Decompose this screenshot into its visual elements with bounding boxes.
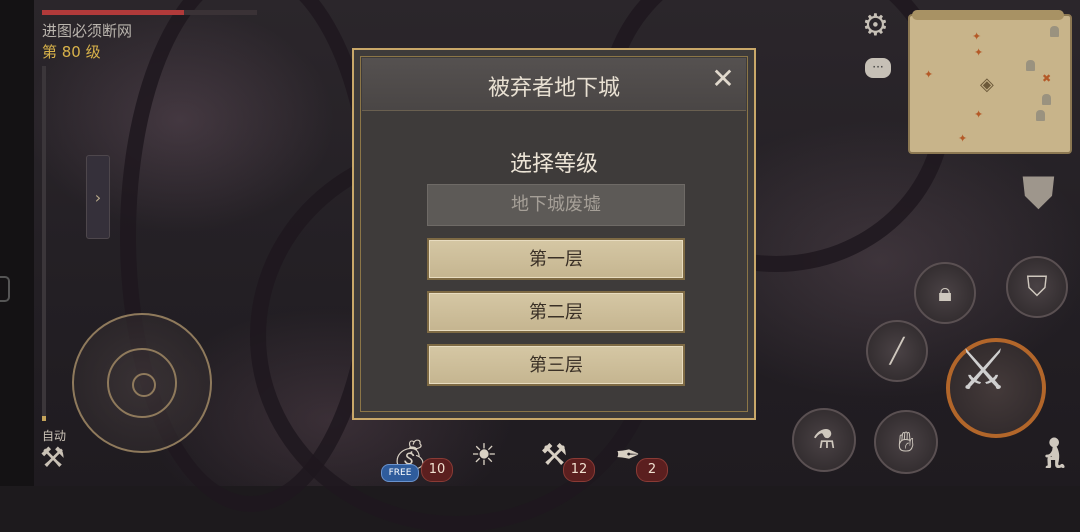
movement-joystick[interactable] bbox=[72, 313, 212, 453]
crouch-icon[interactable]: 🧎︎ bbox=[1036, 436, 1074, 471]
item-count: 12 bbox=[563, 458, 595, 482]
device-left-bar bbox=[0, 0, 34, 486]
shield-icon: ⛉ bbox=[1026, 270, 1048, 303]
gravestone-icon bbox=[1050, 26, 1059, 37]
option-floor-1-button[interactable]: 第一层 bbox=[427, 238, 685, 280]
map-marker-icon: ✦ bbox=[924, 68, 934, 81]
hotbar-slot-tome[interactable]: ☀ bbox=[464, 436, 504, 476]
health-bar bbox=[42, 10, 257, 15]
expand-panel-button[interactable]: › bbox=[86, 155, 110, 239]
option-dungeon-ruins: 地下城废墟 bbox=[427, 184, 685, 226]
secondary-weapon-button[interactable]: ╱ bbox=[866, 320, 928, 382]
sun-tome-icon: ☀ bbox=[470, 438, 498, 473]
map-marker-icon: ✦ bbox=[974, 46, 984, 59]
dialog-subtitle: 选择等级 bbox=[509, 152, 598, 177]
block-button[interactable]: ⛉ bbox=[1006, 256, 1068, 318]
dungeon-level-dialog: 被弃者地下城 ✕ 选择等级 地下城废墟 第一层 第二层 第三层 bbox=[352, 48, 756, 420]
interact-button[interactable]: ✋︎ bbox=[874, 410, 938, 474]
crossed-tools-icon[interactable]: ⚒ bbox=[40, 441, 65, 474]
potion-icon: ⚗ bbox=[812, 425, 836, 455]
hand-icon: ✋︎ bbox=[898, 425, 914, 458]
close-icon[interactable]: ✕ bbox=[708, 64, 738, 94]
backpack-icon[interactable]: ⛊ bbox=[1022, 168, 1055, 219]
player-level: 第 80 级 bbox=[42, 43, 101, 61]
experience-bar-fill bbox=[42, 416, 46, 421]
gravestone-icon bbox=[1036, 110, 1045, 121]
chat-icon[interactable]: ··· bbox=[865, 58, 891, 78]
dialog-title: 被弃者地下城 bbox=[487, 76, 620, 101]
map-marker-icon: ✦ bbox=[974, 108, 984, 121]
map-marker-icon: ✖ bbox=[1042, 72, 1052, 85]
map-marker-icon: ✦ bbox=[958, 132, 968, 145]
option-floor-2-button[interactable]: 第二层 bbox=[427, 291, 685, 333]
player-position-icon: ◈ bbox=[980, 74, 994, 95]
experience-bar bbox=[42, 66, 46, 421]
item-count: 10 bbox=[421, 458, 453, 482]
gear-icon[interactable]: ⚙ bbox=[862, 8, 889, 43]
minimap[interactable]: ✦ ✦ ✦ ✦ ✦ ✖ ◈ bbox=[908, 10, 1072, 154]
item-count: 2 bbox=[636, 458, 668, 482]
option-floor-3-button[interactable]: 第三层 bbox=[427, 344, 685, 386]
lock-icon: 🔒︎ bbox=[938, 277, 952, 308]
device-notch bbox=[0, 276, 10, 302]
consumable-button[interactable]: ⚗ bbox=[792, 408, 856, 472]
free-badge: FREE bbox=[381, 464, 419, 482]
health-bar-fill bbox=[42, 10, 184, 15]
gravestone-icon bbox=[1042, 94, 1051, 105]
chevron-right-icon: › bbox=[94, 187, 102, 207]
gravestone-icon bbox=[1026, 60, 1035, 71]
battle-axe-icon: ⚔ bbox=[958, 338, 1009, 403]
player-name: 进图必须断网 bbox=[42, 22, 133, 40]
spear-icon: ╱ bbox=[889, 337, 905, 365]
map-marker-icon: ✦ bbox=[972, 30, 982, 43]
map-scroll-roll bbox=[912, 10, 1064, 20]
joystick-center bbox=[132, 373, 156, 397]
lock-target-button[interactable]: 🔒︎ bbox=[914, 262, 976, 324]
